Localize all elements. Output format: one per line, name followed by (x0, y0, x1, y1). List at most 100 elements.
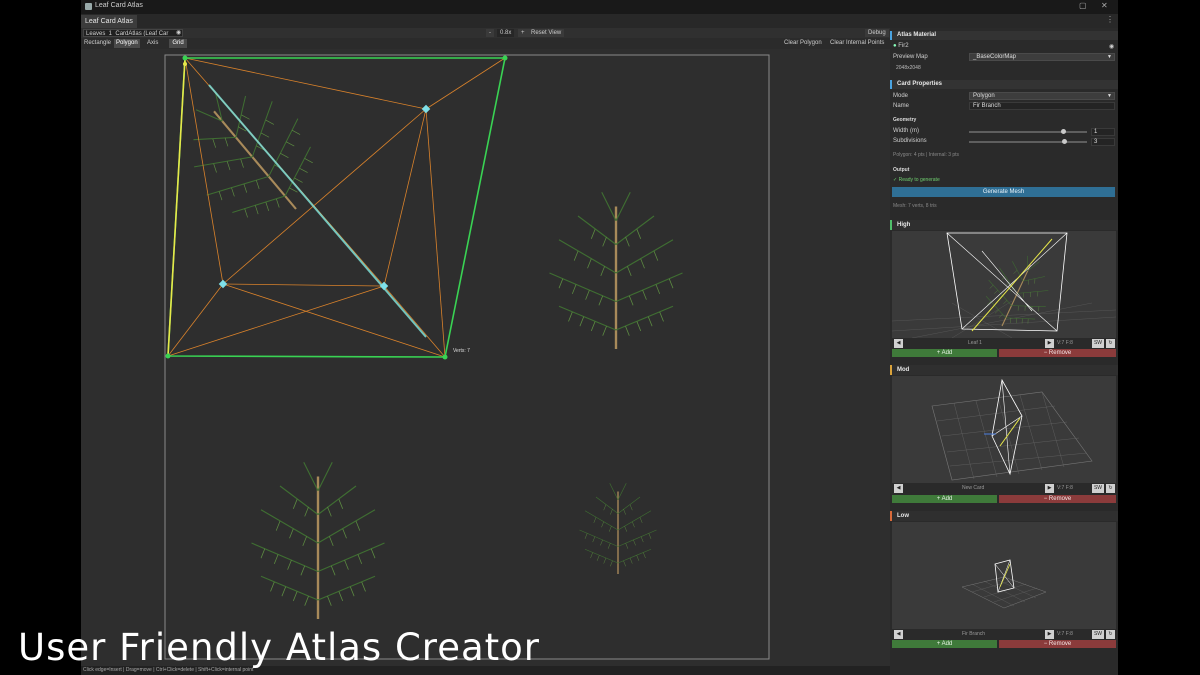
unity-logo-icon (85, 3, 92, 10)
atlas-canvas-svg[interactable]: Verts: 7 (81, 49, 890, 666)
selected-edge[interactable] (167, 57, 186, 357)
refresh-icon[interactable]: ↻ (1106, 484, 1115, 493)
lod-high-remove-button[interactable]: − Remove (999, 349, 1116, 357)
lod-low-add-button[interactable]: + Add (892, 640, 997, 648)
lod-low-nav: ◀ Fir Branch V:7 F:8 ▶ SW ↻ (892, 630, 1116, 639)
verts-label: Verts: 7 (453, 348, 470, 354)
width-value[interactable]: 1 (1091, 128, 1115, 136)
dropdown-arrow-icon: ▼ (1107, 54, 1112, 60)
fir-branch-image-2 (548, 191, 684, 351)
lod-low-header[interactable]: Low (890, 511, 1118, 521)
zoom-in-button[interactable]: + (518, 29, 528, 37)
texture-resolution: 2048x2048 (896, 65, 921, 71)
prev-arrow-icon[interactable]: ◀ (894, 484, 903, 493)
close-icon[interactable]: ✕ (1101, 1, 1108, 10)
subdivisions-slider[interactable] (969, 141, 1087, 143)
fir-branch-image-4 (578, 482, 658, 575)
width-label: Width (m) (893, 128, 919, 134)
refresh-icon[interactable]: ↻ (1106, 339, 1115, 348)
next-arrow-icon[interactable]: ▶ (1045, 484, 1054, 493)
ready-status: ✓ Ready to generate (893, 177, 940, 183)
maximize-icon[interactable]: ▢ (1079, 1, 1087, 10)
mode-label: Mode (893, 93, 909, 99)
lod-low-remove-button[interactable]: − Remove (999, 640, 1116, 648)
width-slider[interactable] (969, 131, 1087, 133)
mesh-info: Mesh: 7 verts, 8 tris (893, 203, 937, 209)
name-field[interactable]: Fir Branch (969, 102, 1115, 110)
mode-value: Polygon (973, 93, 995, 99)
zoom-out-button[interactable]: - (486, 29, 494, 37)
geometry-header: Geometry (893, 117, 917, 123)
polygon-vertex[interactable] (182, 55, 188, 61)
lod-low-stats: V:7 F:8 (1057, 631, 1073, 637)
subdivisions-label: Subdivisions (893, 138, 927, 144)
tab-leaf-card-atlas[interactable]: Leaf Card Atlas (81, 15, 137, 28)
selected-vertex[interactable] (183, 62, 187, 66)
lod-mod-sw-button[interactable]: SW (1092, 484, 1104, 493)
subdivisions-value[interactable]: 3 (1091, 138, 1115, 146)
tab-row: Leaf Card Atlas ⋮ (81, 14, 1118, 28)
editor-window: Leaf Card Atlas ▢ ✕ Leaf Card Atlas ⋮ Le… (81, 0, 1118, 675)
mode-axis-button[interactable]: Axis (145, 39, 160, 48)
name-label: Name (893, 103, 910, 109)
lod-mod-nav: ◀ New Card V:7 F:8 ▶ SW ↻ (892, 484, 1116, 493)
polygon-vertex[interactable] (502, 55, 508, 61)
lod-high-stats: V:7 F:8 (1057, 340, 1073, 346)
grid-toggle-button[interactable]: Grid (169, 39, 187, 48)
lod-high-sw-button[interactable]: SW (1092, 339, 1104, 348)
polygon-vertex[interactable] (165, 353, 171, 359)
clear-internal-points-button[interactable]: Clear Internal Points (828, 39, 886, 48)
reset-view-button[interactable]: Reset View (528, 29, 565, 37)
atlas-canvas[interactable]: Verts: 7 (81, 49, 890, 666)
mode-dropdown[interactable]: Polygon ▼ (969, 92, 1115, 100)
lod-high-nav: ◀ Leaf 1 V:7 F:8 ▶ SW ↻ (892, 339, 1116, 348)
generate-mesh-button[interactable]: Generate Mesh (892, 187, 1115, 197)
title-bar: Leaf Card Atlas ▢ ✕ (81, 0, 1118, 14)
lod-mod-add-button[interactable]: + Add (892, 495, 997, 503)
lod-mod-preview-svg (931, 378, 1093, 481)
prev-arrow-icon[interactable]: ◀ (894, 339, 903, 348)
lod-high-preview-svg (892, 232, 1116, 338)
next-arrow-icon[interactable]: ▶ (1045, 630, 1054, 639)
material-name: Fir2 (898, 43, 909, 49)
atlas-asset-field[interactable]: Leaves_1_CardAtlas (Leaf Car (83, 29, 183, 37)
inspector-panel: Atlas Material ● Fir2 ◉ Preview Map _Bas… (890, 28, 1118, 675)
subdivisions-slider-handle[interactable] (1062, 139, 1067, 144)
prev-arrow-icon[interactable]: ◀ (894, 630, 903, 639)
object-picker-icon[interactable]: ◉ (1109, 43, 1114, 50)
debug-button[interactable]: Debug (865, 29, 889, 37)
lod-high-header[interactable]: High (890, 220, 1118, 230)
preview-map-label: Preview Map (893, 54, 928, 60)
preview-map-dropdown[interactable]: _BaseColorMap ▼ (969, 53, 1115, 61)
lod-mod-remove-button[interactable]: − Remove (999, 495, 1116, 503)
lod-high-caption: Leaf 1 (968, 340, 982, 346)
lod-low-sw-button[interactable]: SW (1092, 630, 1104, 639)
fir-branch-image-3 (250, 461, 386, 621)
clear-polygon-button[interactable]: Clear Polygon (782, 39, 824, 48)
object-picker-icon[interactable]: ◉ (176, 29, 181, 36)
lod-mod-header[interactable]: Mod (890, 365, 1118, 375)
card-polygon[interactable] (167, 57, 506, 358)
material-field[interactable]: ● Fir2 (893, 43, 909, 49)
lod-high-add-button[interactable]: + Add (892, 349, 997, 357)
lod-high-preview[interactable] (892, 231, 1116, 338)
lod-mod-preview[interactable] (892, 376, 1116, 483)
preview-map-value: _BaseColorMap (973, 54, 1017, 60)
mode-toolbar: Rectangle Polygon Axis Grid Clear Polygo… (81, 38, 890, 49)
refresh-icon[interactable]: ↻ (1106, 630, 1115, 639)
lod-low-preview-svg (961, 559, 1047, 609)
next-arrow-icon[interactable]: ▶ (1045, 339, 1054, 348)
fir-branch-image-1 (159, 62, 343, 249)
lod-mod-stats: V:7 F:8 (1057, 485, 1073, 491)
lod-low-preview[interactable] (892, 522, 1116, 629)
polygon-vertex[interactable] (442, 354, 448, 360)
lod-low-caption: Fir Branch (962, 631, 986, 637)
mode-rectangle-button[interactable]: Rectangle (82, 39, 113, 48)
kebab-menu-icon[interactable]: ⋮ (1106, 15, 1114, 24)
card-properties-header[interactable]: Card Properties (890, 80, 1118, 89)
mode-polygon-button[interactable]: Polygon (114, 39, 140, 48)
atlas-material-header[interactable]: Atlas Material (890, 31, 1118, 40)
width-slider-handle[interactable] (1061, 129, 1066, 134)
card-axis[interactable] (208, 84, 427, 338)
top-toolbar: Leaves_1_CardAtlas (Leaf Car ◉ - 0.8x + … (81, 28, 890, 38)
